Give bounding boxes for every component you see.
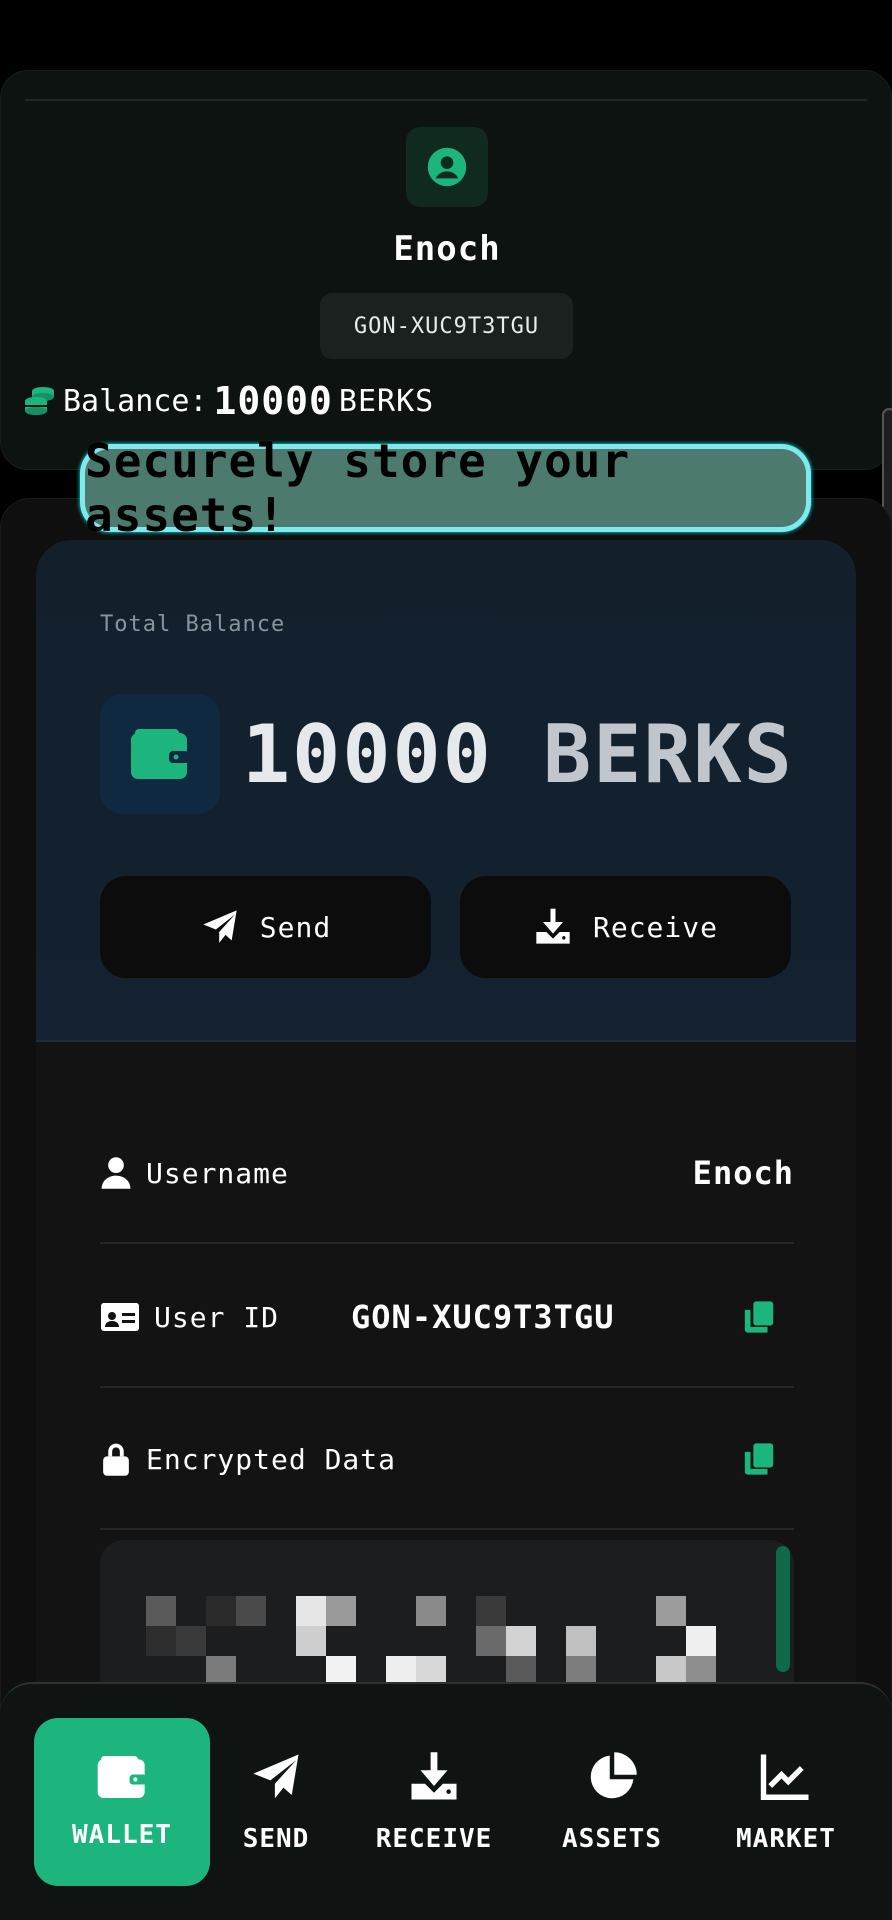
receive-button-label: Receive: [592, 910, 718, 944]
line-chart-icon: [760, 1754, 809, 1800]
balance-label: Balance:: [63, 383, 208, 419]
user-circle-icon: [427, 147, 467, 187]
redacted-pixel: [326, 1596, 356, 1626]
bottom-nav: WALLET SEND RECEIVE ASSETS MARKET: [0, 1682, 892, 1920]
redacted-pixel: [296, 1596, 326, 1626]
nav-wallet-label: WALLET: [72, 1820, 172, 1850]
nav-assets-label: ASSETS: [562, 1824, 662, 1854]
redacted-pixel: [146, 1596, 176, 1626]
nav-receive[interactable]: RECEIVE: [346, 1718, 522, 1886]
nav-receive-label: RECEIVE: [375, 1824, 493, 1854]
total-balance-amount: 10000 BERKS: [242, 708, 794, 801]
user-id-label: User ID: [154, 1300, 280, 1334]
encrypted-data-row: Encrypted Data: [100, 1390, 794, 1530]
redacted-pixel: [236, 1596, 266, 1626]
profile-name: Enoch: [393, 229, 501, 269]
redacted-pixel: [176, 1626, 206, 1656]
wallet-header: Total Balance 10000 BERKS Send Receive: [36, 540, 856, 1042]
nav-send[interactable]: SEND: [188, 1718, 364, 1886]
wallet-icon: [131, 729, 189, 779]
send-icon: [253, 1754, 299, 1799]
wallet-icon: [97, 1756, 147, 1798]
nav-market-label: MARKET: [736, 1824, 836, 1854]
send-icon: [203, 910, 237, 943]
receive-icon: [411, 1752, 457, 1800]
download-icon: [536, 908, 570, 944]
balance-summary: Balance: 10000 BERKS: [23, 379, 434, 423]
total-balance-value: 10000: [242, 708, 493, 801]
username-label: Username: [146, 1156, 289, 1190]
redacted-pixel: [206, 1596, 236, 1626]
user-id-value: GON-XUC9T3TGU: [351, 1298, 615, 1336]
pie-chart-icon: [590, 1752, 637, 1799]
send-button[interactable]: Send: [100, 876, 431, 978]
redacted-pixel: [686, 1626, 716, 1656]
user-id-pill[interactable]: GON-XUC9T3TGU: [320, 293, 573, 359]
username-value: Enoch: [692, 1154, 794, 1192]
nav-market[interactable]: MARKET: [698, 1718, 874, 1886]
user-id-row: User ID GON-XUC9T3TGU: [100, 1248, 794, 1388]
encrypted-data-label: Encrypted Data: [146, 1442, 397, 1476]
copy-icon[interactable]: [742, 1300, 776, 1334]
total-balance-currency: BERKS: [543, 708, 794, 801]
balance-value: 10000: [213, 379, 333, 423]
redacted-pixel: [506, 1626, 536, 1656]
redacted-pixel: [296, 1626, 326, 1656]
username-row: Username Enoch: [100, 1104, 794, 1244]
user-icon: [101, 1157, 131, 1189]
redacted-pixel: [476, 1626, 506, 1656]
profile-card: Enoch GON-XUC9T3TGU Balance: 10000 BERKS: [0, 70, 892, 470]
redacted-pixel: [476, 1596, 506, 1626]
avatar[interactable]: [406, 127, 488, 207]
wallet-icon-box: [100, 694, 220, 814]
send-button-label: Send: [259, 910, 332, 944]
balance-currency: BERKS: [338, 383, 435, 419]
redacted-pixel: [566, 1626, 596, 1656]
nav-wallet[interactable]: WALLET: [34, 1718, 210, 1886]
divider: [25, 99, 867, 101]
id-card-icon: [101, 1303, 139, 1331]
lock-icon: [103, 1443, 129, 1476]
copy-icon[interactable]: [742, 1442, 776, 1476]
redacted-pixel: [146, 1626, 176, 1656]
redacted-pixel: [656, 1596, 686, 1626]
nav-send-label: SEND: [242, 1824, 310, 1854]
promo-banner: Securely store your assets!: [80, 434, 811, 542]
redacted-pixel: [416, 1596, 446, 1626]
coins-icon: [25, 387, 54, 415]
scrollbar[interactable]: [776, 1546, 790, 1672]
total-balance-label: Total Balance: [100, 612, 286, 637]
receive-button[interactable]: Receive: [460, 876, 791, 978]
nav-assets[interactable]: ASSETS: [524, 1718, 700, 1886]
